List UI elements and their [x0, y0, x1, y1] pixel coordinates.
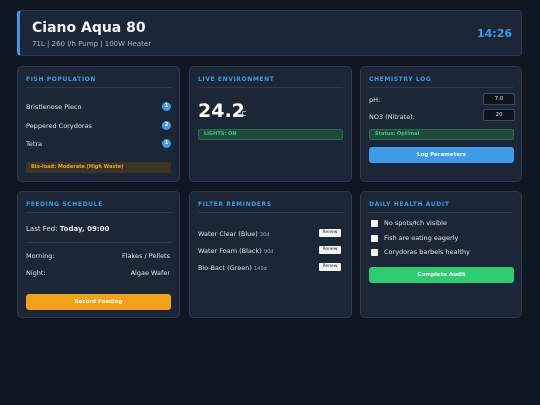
log-parameters-button[interactable]: Log Parameters	[369, 147, 514, 163]
bioload-status: Bio-load: Moderate (High Waste)	[26, 162, 171, 173]
divider	[198, 87, 343, 88]
last-fed-value: Today, 09:00	[59, 225, 110, 233]
check-label: Corydoras barbels healthy	[384, 248, 470, 256]
fish-count-badge: 2	[162, 121, 171, 130]
health-audit-card: DAILY HEALTH AUDIT No spots/Ich visible …	[360, 191, 522, 318]
record-feeding-button[interactable]: Record Feeding	[26, 294, 171, 310]
complete-audit-button[interactable]: Complete Audit	[369, 267, 514, 283]
check-label: Fish are eating eagerly	[384, 234, 459, 242]
lights-status: LIGHTS: ON	[198, 129, 343, 140]
no3-label: NO3 (Nitrate):	[369, 113, 415, 121]
divider	[26, 242, 171, 243]
renew-button[interactable]: Renew	[319, 229, 341, 237]
fish-name: Bristlenose Pleco	[26, 103, 82, 111]
divider	[26, 212, 171, 213]
filter-item: Water Foam (Black) 90d	[198, 247, 273, 255]
filter-item: Bio-Bact (Green) 140d	[198, 264, 267, 272]
temperature-unit: °C	[238, 110, 247, 118]
check-barbels[interactable]	[371, 249, 378, 256]
ph-input[interactable]: 7.0	[483, 93, 515, 105]
card-title: DAILY HEALTH AUDIT	[369, 201, 450, 208]
filter-name: Bio-Bact (Green)	[198, 264, 252, 272]
card-title: FISH POPULATION	[26, 76, 96, 83]
check-eating[interactable]	[371, 235, 378, 242]
chemistry-log-card: CHEMISTRY LOG pH: 7.0 NO3 (Nitrate): 20 …	[360, 66, 522, 182]
filter-days: 90d	[263, 249, 274, 255]
tank-title: Ciano Aqua 80	[32, 20, 146, 36]
last-fed: Last Fed: Today, 09:00	[26, 225, 109, 233]
night-label: Night:	[26, 269, 46, 277]
clock: 14:26	[476, 27, 512, 40]
divider	[198, 212, 343, 213]
night-value: Algae Wafer	[130, 269, 170, 277]
fish-population-card: FISH POPULATION Bristlenose Pleco 1 Pepp…	[17, 66, 180, 182]
renew-button[interactable]: Renew	[319, 246, 341, 254]
morning-value: Flakes / Pellets	[121, 252, 170, 260]
last-fed-label: Last Fed:	[26, 225, 58, 233]
fish-name: Peppered Corydoras	[26, 122, 92, 130]
card-title: FEEDING SCHEDULE	[26, 201, 103, 208]
divider	[26, 87, 171, 88]
divider	[369, 212, 513, 213]
chemistry-status: Status: Optimal	[369, 129, 514, 140]
morning-label: Morning:	[26, 252, 55, 260]
fish-count-badge: 1	[162, 139, 171, 148]
fish-count-badge: 1	[162, 102, 171, 111]
tank-header: Ciano Aqua 80 71L | 260 l/h Pump | 100W …	[17, 10, 522, 56]
filter-days: 30d	[259, 232, 270, 238]
renew-button[interactable]: Renew	[319, 263, 341, 271]
filter-name: Water Foam (Black)	[198, 247, 262, 255]
tank-specs: 71L | 260 l/h Pump | 100W Heater	[32, 40, 152, 48]
feeding-schedule-card: FEEDING SCHEDULE Last Fed: Today, 09:00 …	[17, 191, 180, 318]
card-title: LIVE ENVIRONMENT	[198, 76, 275, 83]
check-no-spots[interactable]	[371, 220, 378, 227]
check-label: No spots/Ich visible	[384, 219, 447, 227]
no3-input[interactable]: 20	[483, 109, 515, 121]
card-title: FILTER REMINDERS	[198, 201, 272, 208]
filter-reminders-card: FILTER REMINDERS Water Clear (Blue) 30d …	[189, 191, 352, 318]
fish-name: Tetra	[26, 140, 43, 148]
divider	[369, 87, 513, 88]
live-environment-card: LIVE ENVIRONMENT 24.2 °C LIGHTS: ON	[189, 66, 352, 182]
card-title: CHEMISTRY LOG	[369, 76, 432, 83]
filter-item: Water Clear (Blue) 30d	[198, 230, 269, 238]
filter-name: Water Clear (Blue)	[198, 230, 258, 238]
filter-days: 140d	[253, 266, 267, 272]
ph-label: pH:	[369, 96, 381, 104]
